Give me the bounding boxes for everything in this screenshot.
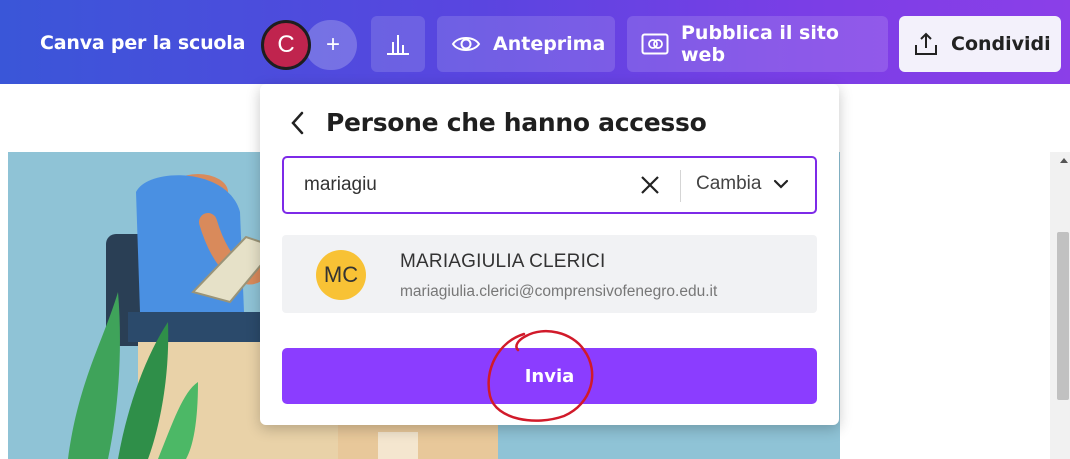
publish-label: Pubblica il sito web: [681, 22, 839, 66]
insights-icon: [387, 35, 409, 55]
publish-icon: [641, 33, 669, 55]
user-avatar[interactable]: C: [261, 20, 311, 70]
eye-icon: [451, 37, 481, 51]
plus-icon: +: [325, 31, 340, 58]
add-collaborator-button[interactable]: +: [305, 20, 357, 70]
people-search-field[interactable]: Cambia: [282, 156, 817, 214]
search-result-person[interactable]: MC MARIAGIULIA CLERICI mariagiulia.cleri…: [282, 235, 817, 313]
share-button[interactable]: Condividi: [899, 16, 1061, 72]
insights-button[interactable]: [371, 16, 425, 72]
preview-button[interactable]: Anteprima: [437, 16, 615, 72]
preview-label: Anteprima: [493, 33, 606, 55]
clear-search-icon[interactable]: [639, 174, 661, 201]
people-search-input[interactable]: [304, 174, 644, 196]
permission-dropdown-value: Cambia: [696, 173, 762, 194]
permission-dropdown[interactable]: Cambia: [696, 173, 789, 195]
panel-title: Persone che hanno accesso: [326, 108, 707, 137]
share-upload-icon: [915, 32, 937, 55]
person-avatar: MC: [316, 250, 366, 300]
scroll-up-arrow-icon[interactable]: [1060, 158, 1068, 163]
person-name: MARIAGIULIA CLERICI: [400, 251, 606, 272]
scrollbar-thumb[interactable]: [1057, 232, 1069, 400]
panel-header: Persone che hanno accesso: [290, 108, 707, 137]
share-label: Condividi: [951, 33, 1051, 55]
person-email: mariagiulia.clerici@comprensivofenegro.e…: [400, 283, 718, 300]
brand-label: Canva per la scuola: [40, 32, 246, 54]
send-invite-button[interactable]: Invia: [282, 348, 817, 404]
chevron-down-icon: [774, 179, 789, 189]
search-divider: [680, 170, 681, 202]
top-toolbar: Canva per la scuola + C Anteprima Pubbli…: [0, 0, 1070, 84]
share-access-panel: Persone che hanno accesso Cambia MC MARI…: [260, 84, 839, 425]
back-chevron-icon[interactable]: [290, 109, 308, 137]
publish-website-button[interactable]: Pubblica il sito web: [627, 16, 888, 72]
